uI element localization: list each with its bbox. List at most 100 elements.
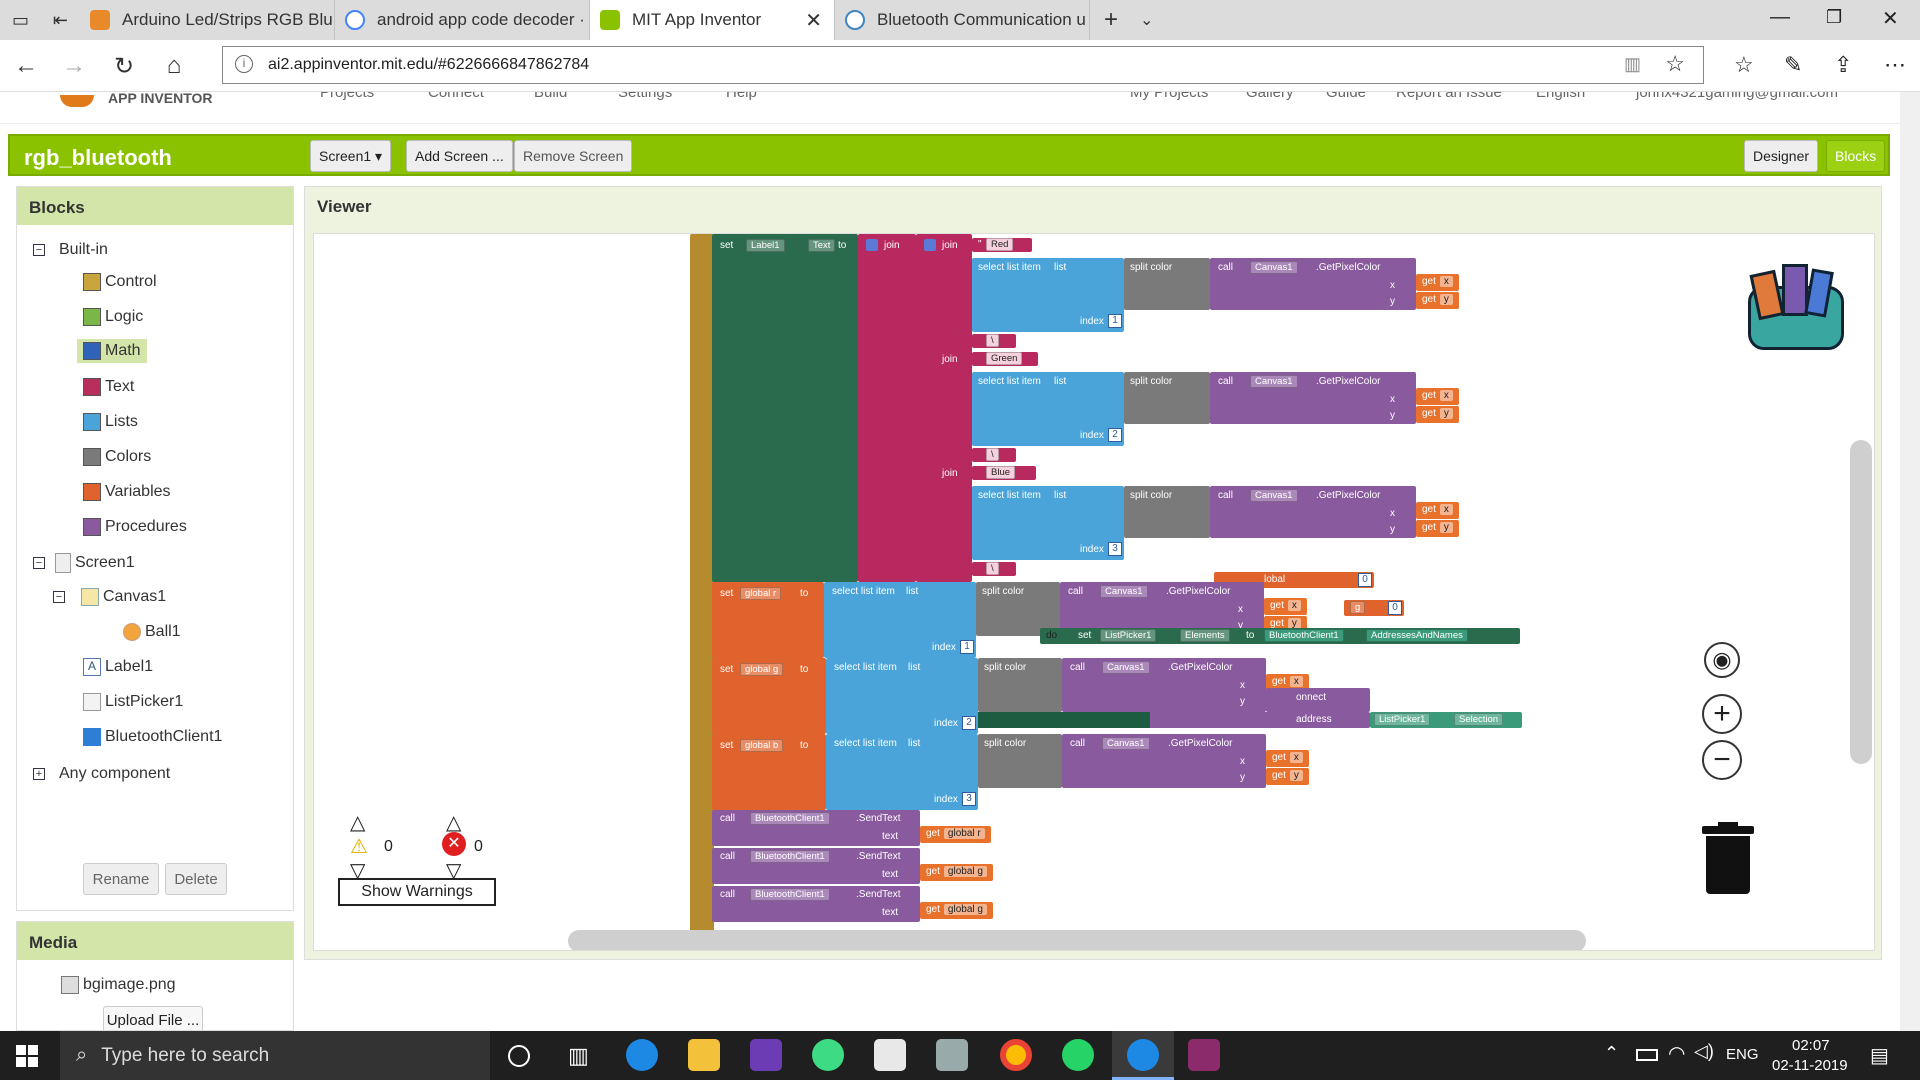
category-colors[interactable]: Colors <box>83 448 151 466</box>
join-inner-block[interactable]: join join join <box>916 234 972 582</box>
file-explorer-icon[interactable] <box>688 1039 720 1071</box>
set-global-b[interactable]: set global b to <box>712 734 826 810</box>
browser-tab-app-inventor[interactable]: MIT App Inventor ✕ <box>590 0 835 40</box>
text-blue[interactable]: Blue <box>972 466 1036 480</box>
category-variables[interactable]: Variables <box>83 483 171 501</box>
text-red[interactable]: " Red <box>972 238 1032 252</box>
tab-actions[interactable]: ▭ ⇤ <box>0 0 80 40</box>
reading-view-icon[interactable]: ▥ <box>1624 54 1641 75</box>
property-dropdown[interactable]: AddressesAndNames <box>1366 629 1468 642</box>
index-number[interactable]: 2 <box>962 716 976 730</box>
browser-tab-bluetooth[interactable]: Bluetooth Communication u <box>835 0 1090 40</box>
rename-button[interactable]: Rename <box>83 863 159 895</box>
winrar-icon[interactable] <box>1188 1039 1220 1071</box>
new-tab-icon[interactable]: + <box>1104 6 1118 34</box>
send-text-b[interactable]: call BluetoothClient1 .SendText text <box>712 886 920 922</box>
split-color-g[interactable]: split color <box>978 658 1062 712</box>
nav-build[interactable]: Build <box>534 92 567 101</box>
favorites-icon[interactable]: ☆ <box>1734 52 1754 78</box>
component-dropdown[interactable]: BluetoothClient1 <box>750 812 830 825</box>
text-separator[interactable]: \ <box>972 448 1016 462</box>
designer-button[interactable]: Designer <box>1744 140 1819 172</box>
tree-label1[interactable]: A Label1 <box>83 658 153 676</box>
nav-settings[interactable]: Settings <box>618 92 672 101</box>
collapse-icon[interactable]: − <box>53 591 65 603</box>
set-global-g[interactable]: set global g to <box>712 658 826 734</box>
property-dropdown[interactable]: Text <box>808 239 836 252</box>
component-dropdown[interactable]: Canvas1 <box>1102 661 1150 674</box>
property-dropdown[interactable]: Selection <box>1454 713 1504 726</box>
share-icon[interactable]: ⇪ <box>1834 52 1852 78</box>
get-global-r[interactable]: get global r <box>920 826 991 843</box>
tree-listpicker1[interactable]: ListPicker1 <box>83 693 183 711</box>
get-pixel-color-3[interactable]: call Canvas1 .GetPixelColor x y <box>1210 486 1416 538</box>
expand-icon[interactable]: + <box>33 768 45 780</box>
nav-connect[interactable]: Connect <box>428 92 484 101</box>
get-y[interactable]: gety <box>1416 406 1459 423</box>
get-y[interactable]: gety <box>1416 520 1459 537</box>
send-text-r[interactable]: call BluetoothClient1 .SendText text <box>712 810 920 846</box>
tree-any-component[interactable]: + Any component <box>33 765 170 783</box>
volume-icon[interactable]: ◁) <box>1694 1041 1714 1062</box>
windows-start-icon[interactable] <box>16 1045 38 1067</box>
warning-up-arrow[interactable]: △ <box>350 810 365 835</box>
nav-guide[interactable]: Guide <box>1326 92 1366 101</box>
edge-active-tab[interactable] <box>1112 1031 1174 1080</box>
index-number[interactable]: 1 <box>960 640 974 654</box>
component-dropdown[interactable]: Canvas1 <box>1250 375 1298 388</box>
join-block[interactable]: join <box>858 234 916 582</box>
safari-icon[interactable] <box>626 1039 658 1071</box>
bluetooth-connect-block[interactable]: onnect <box>1266 688 1370 712</box>
component-dropdown[interactable]: BluetoothClient1 <box>750 888 830 901</box>
set-global-r[interactable]: set global r to <box>712 582 824 658</box>
select-list-item-g[interactable]: select list item list index 2 <box>826 658 978 734</box>
task-view-icon[interactable]: ▥ <box>568 1043 589 1069</box>
get-x[interactable]: get x <box>1266 750 1309 767</box>
component-dropdown[interactable]: Canvas1 <box>1250 489 1298 502</box>
variable-dropdown[interactable]: global b <box>740 739 784 752</box>
select-list-item-b[interactable]: select list item list index 3 <box>826 734 978 810</box>
component-dropdown[interactable]: Canvas1 <box>1100 585 1148 598</box>
refresh-icon[interactable]: ↻ <box>106 48 142 84</box>
get-x[interactable]: get x <box>1416 502 1459 519</box>
back-icon[interactable]: ← <box>8 48 44 84</box>
nav-projects[interactable]: Projects <box>320 92 374 101</box>
category-procedures[interactable]: Procedures <box>83 518 187 536</box>
blocks-button[interactable]: Blocks <box>1826 140 1886 172</box>
index-number[interactable]: 3 <box>1108 542 1122 556</box>
page-scrollbar[interactable] <box>1900 92 1920 1031</box>
remove-screen-button[interactable]: Remove Screen <box>514 140 633 172</box>
nav-report-issue[interactable]: Report an Issue <box>1396 92 1502 101</box>
event-block-spine[interactable] <box>690 234 714 934</box>
url-input[interactable]: i ai2.appinventor.mit.edu/#6226666847862… <box>222 46 1704 84</box>
get-global-g[interactable]: get global g <box>920 864 993 881</box>
minimize-icon[interactable]: — <box>1770 6 1790 29</box>
split-color-3[interactable]: split color <box>1124 486 1210 538</box>
blocks-workspace[interactable]: set Label1 Text to join join join join "… <box>313 233 1875 951</box>
get-pixel-color-1[interactable]: call Canvas1 .GetPixelColor x y <box>1210 258 1416 310</box>
get-pixel-color-g[interactable]: call Canvas1 .GetPixelColor x y <box>1062 658 1266 712</box>
text-separator[interactable]: \ <box>972 562 1016 576</box>
gear-icon[interactable] <box>866 239 878 251</box>
more-icon[interactable]: ⋯ <box>1884 52 1906 78</box>
forward-icon[interactable]: → <box>56 48 92 84</box>
tree-canvas1[interactable]: − Canvas1 <box>53 588 166 606</box>
nav-my-projects[interactable]: My Projects <box>1130 92 1208 101</box>
app-icon[interactable] <box>936 1039 968 1071</box>
get-x[interactable]: get x <box>1264 598 1307 615</box>
category-text[interactable]: Text <box>83 378 134 396</box>
language-indicator[interactable]: ENG <box>1726 1046 1759 1063</box>
android-studio-icon[interactable] <box>812 1039 844 1071</box>
component-dropdown[interactable]: Canvas1 <box>1102 737 1150 750</box>
backpack-icon[interactable] <box>1738 256 1846 352</box>
media-file[interactable]: bgimage.png <box>61 976 176 994</box>
maximize-icon[interactable]: ❐ <box>1826 7 1842 28</box>
browser-tab-google[interactable]: android app code decoder · <box>335 0 590 40</box>
trash-icon[interactable] <box>1702 822 1754 894</box>
favorite-star-icon[interactable]: ☆ <box>1665 51 1685 77</box>
info-icon[interactable]: i <box>235 55 253 73</box>
category-math[interactable]: Math <box>77 339 147 363</box>
gear-icon[interactable] <box>924 239 936 251</box>
split-color-1[interactable]: split color <box>1124 258 1210 310</box>
vertical-scrollbar[interactable] <box>1850 440 1872 764</box>
